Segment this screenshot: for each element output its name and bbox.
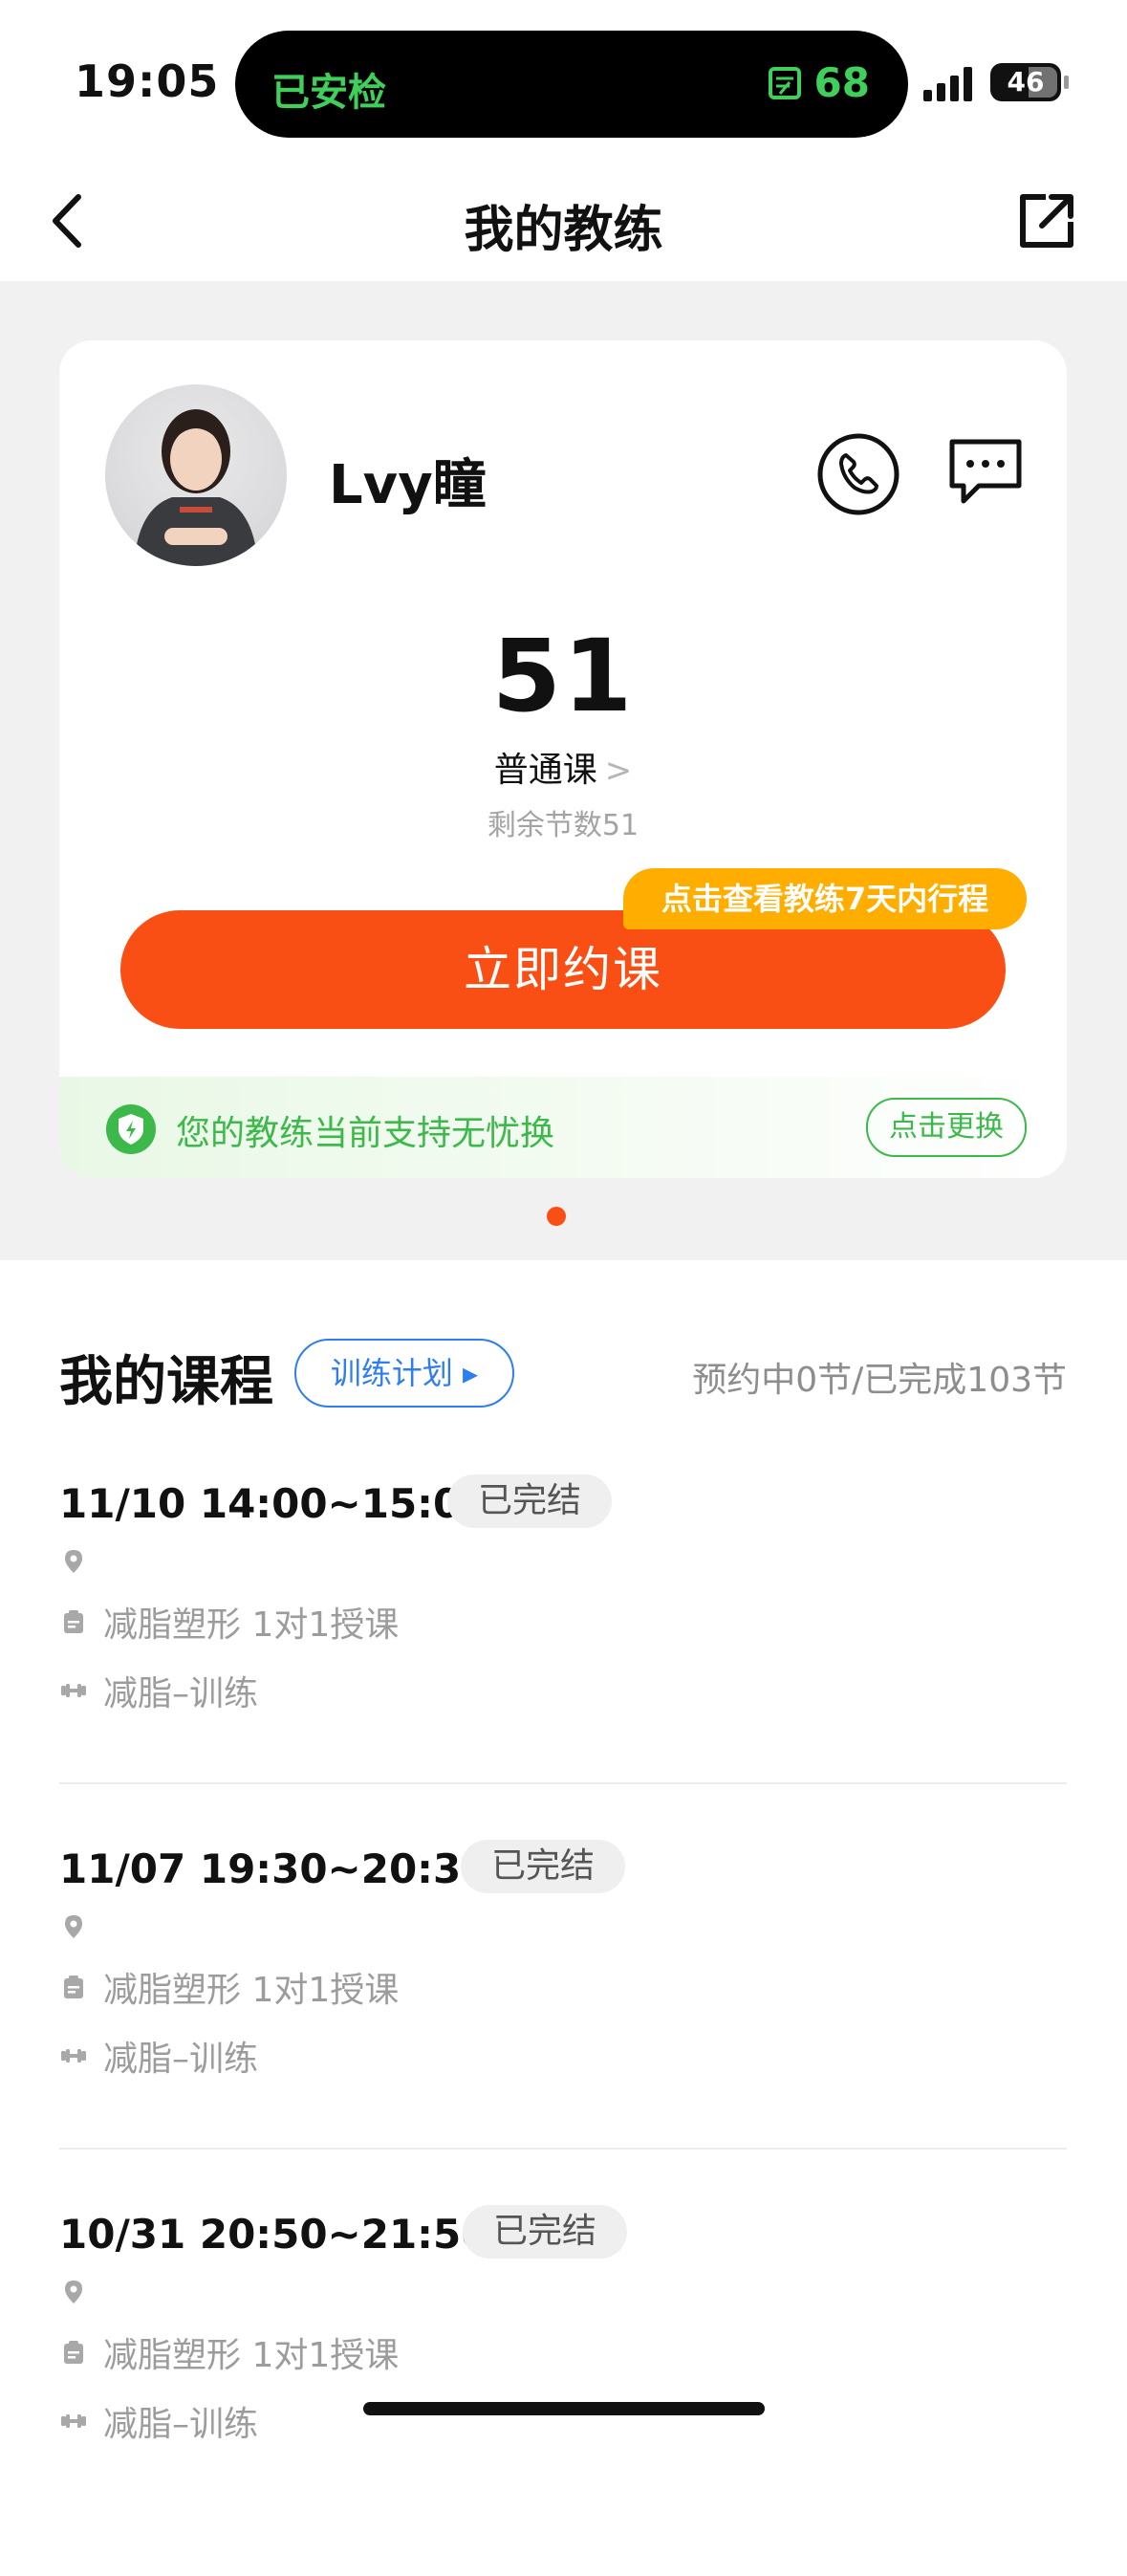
training-row: 减脂–训练: [59, 2396, 258, 2446]
battery-level: 46: [1007, 66, 1045, 98]
dumbbell-icon: [61, 2049, 86, 2063]
island-value: 68: [813, 59, 870, 106]
avatar-portrait: [134, 409, 258, 566]
training-type: 减脂–训练: [103, 1674, 259, 1714]
status-bar: 19:05 已安检 68 46: [0, 0, 1127, 163]
nav-bar: 我的教练: [0, 163, 1127, 281]
course-type-label: 普通课: [493, 751, 597, 790]
location-row: [59, 2278, 103, 2306]
share-icon[interactable]: [1013, 187, 1080, 254]
location-pin-icon: [65, 1550, 82, 1573]
shield-icon: [106, 1104, 156, 1154]
dynamic-island[interactable]: 已安检 68: [235, 31, 908, 138]
course-item[interactable]: 10/31 20:50~21:50 已完结 减脂塑形 1对1授课 减脂–训练: [59, 2205, 1067, 2576]
course-datetime: 10/31 20:50~21:50: [59, 2211, 489, 2258]
island-security-label: 已安检: [271, 71, 386, 115]
training-type: 减脂–训练: [103, 2040, 259, 2079]
clipboard-icon: [64, 1976, 83, 1998]
course-name: 减脂塑形 1对1授课: [103, 1605, 400, 1645]
island-right-indicator: 68: [767, 59, 870, 106]
location-row: [59, 1547, 103, 1576]
course-datetime: 11/07 19:30~20:30: [59, 1845, 489, 1892]
home-indicator[interactable]: [363, 2402, 765, 2415]
training-plan-button[interactable]: 训练计划 ▸: [294, 1339, 514, 1408]
training-row: 减脂–训练: [59, 1666, 258, 1715]
coach-card: Lvy瞳 51 普通课 > 剩余节数51 立即约课 点击查看教练7天内行程 您的教…: [59, 340, 1067, 1178]
message-icon[interactable]: [946, 436, 1025, 509]
swap-coach-button[interactable]: 点击更换: [866, 1098, 1027, 1157]
course-type-link[interactable]: 普通课 >: [59, 742, 1067, 792]
chevron-right-icon: >: [604, 752, 633, 790]
wind-icon: [768, 66, 801, 99]
training-row: 减脂–训练: [59, 2031, 258, 2081]
course-item[interactable]: 11/07 19:30~20:30 已完结 减脂塑形 1对1授课 减脂–训练: [59, 1840, 1067, 2211]
coach-schedule-tag[interactable]: 点击查看教练7天内行程: [623, 868, 1027, 929]
dumbbell-icon: [61, 1684, 86, 1697]
divider: [59, 1782, 1067, 1784]
course-name-row: 减脂塑形 1对1授课: [59, 2327, 399, 2377]
dumbbell-icon: [61, 2414, 86, 2428]
status-badge: 已完结: [447, 1474, 613, 1528]
phone-icon[interactable]: [816, 432, 900, 516]
course-name-row: 减脂塑形 1对1授课: [59, 1962, 399, 2012]
assurance-text: 您的教练当前支持无忧换: [176, 1114, 555, 1153]
status-badge: 已完结: [463, 2205, 628, 2259]
location-pin-icon: [65, 1915, 82, 1938]
course-item[interactable]: 11/10 14:00~15:00 已完结 减脂塑形 1对1授课 减脂–训练: [59, 1474, 1067, 1845]
course-name-row: 减脂塑形 1对1授课: [59, 1597, 399, 1647]
coach-name: Lvy瞳: [329, 454, 487, 516]
cellular-signal-icon: [923, 67, 972, 101]
assurance-banner: 您的教练当前支持无忧换 点击更换: [59, 1077, 1067, 1178]
course-summary: 预约中0节/已完成103节: [692, 1361, 1067, 1400]
training-type: 减脂–训练: [103, 2405, 259, 2444]
course-name: 减脂塑形 1对1授课: [103, 1971, 400, 2010]
clipboard-icon: [64, 1610, 83, 1633]
status-time: 19:05: [75, 55, 220, 107]
battery-icon: 46: [990, 63, 1069, 101]
carousel-page-indicator: [547, 1207, 566, 1226]
remaining-lessons: 剩余节数51: [487, 809, 639, 842]
divider: [59, 2148, 1067, 2150]
clipboard-icon: [64, 2341, 83, 2364]
page-title: 我的教练: [464, 202, 663, 259]
coach-avatar[interactable]: [105, 384, 287, 566]
status-badge: 已完结: [461, 1840, 626, 1893]
course-name: 减脂塑形 1对1授课: [103, 2336, 400, 2375]
location-row: [59, 1912, 103, 1941]
course-datetime: 11/10 14:00~15:00: [59, 1480, 489, 1527]
location-pin-icon: [65, 2281, 82, 2303]
lesson-count: 51: [491, 618, 635, 734]
section-title: 我的课程: [59, 1351, 273, 1413]
